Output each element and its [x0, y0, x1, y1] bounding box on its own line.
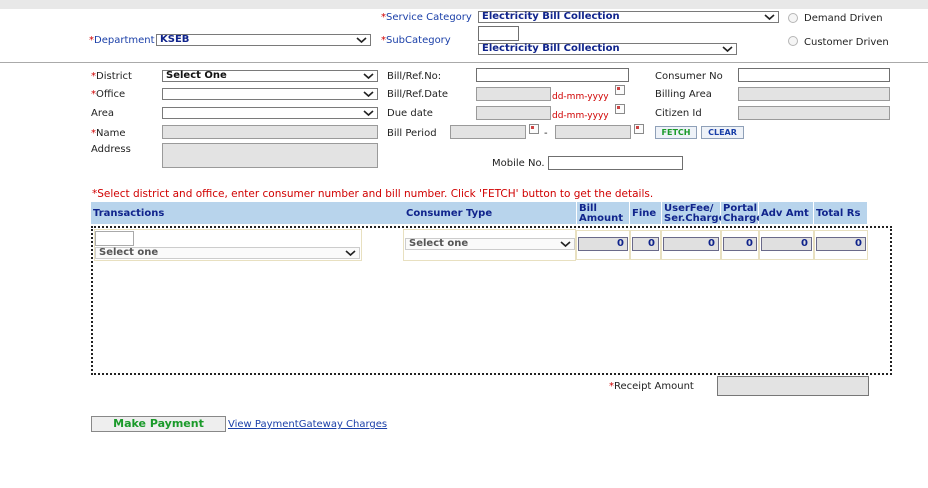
transaction-select-value: Select one	[99, 247, 159, 258]
chevron-down-icon	[363, 110, 374, 117]
bill-ref-no-input[interactable]	[476, 68, 629, 82]
service-category-label-wrap: *Service Category	[381, 12, 472, 23]
calendar-icon[interactable]	[529, 124, 539, 134]
date-format-hint: dd-mm-yyyy	[552, 92, 609, 102]
col-fine: Fine	[630, 202, 661, 224]
mobile-label: Mobile No.	[492, 158, 545, 169]
transaction-code-input[interactable]	[95, 231, 134, 246]
service-category-label: Service Category	[386, 12, 472, 23]
bill-period-to-input[interactable]	[555, 125, 631, 139]
department-label: Department	[94, 35, 155, 46]
receipt-amount-label-wrap: *Receipt Amount	[609, 381, 694, 392]
bill-ref-date-input[interactable]	[476, 87, 551, 101]
chevron-down-icon	[363, 91, 374, 98]
chevron-down-icon	[363, 73, 374, 80]
col-transactions-label: Transactions	[93, 208, 165, 219]
chevron-down-icon	[356, 37, 367, 44]
calendar-icon[interactable]	[615, 85, 625, 95]
customer-driven-label: Customer Driven	[804, 37, 889, 48]
billing-area-field[interactable]	[738, 87, 890, 101]
subcategory-label-wrap: *SubCategory	[381, 35, 451, 46]
mobile-input[interactable]	[548, 156, 683, 170]
col-userfee: UserFee/ Ser.Charge	[662, 202, 726, 224]
district-label-wrap: *District	[91, 71, 132, 82]
bill-period-label: Bill Period	[387, 128, 437, 139]
name-label-wrap: *Name	[91, 128, 126, 139]
address-field[interactable]	[162, 143, 378, 168]
adv-amt-field[interactable]: 0	[761, 237, 812, 251]
district-label: District	[96, 71, 132, 82]
instruction-text: *Select district and office, enter consu…	[92, 188, 654, 200]
col-transactions: Transactions	[91, 202, 404, 224]
calendar-icon[interactable]	[634, 124, 644, 134]
fetch-button[interactable]: FETCH	[655, 126, 697, 139]
name-field[interactable]	[162, 125, 378, 139]
col-fine-label: Fine	[632, 208, 657, 219]
subcategory-code-input[interactable]	[478, 26, 519, 41]
col-adv-amt: Adv Amt	[759, 202, 813, 224]
col-consumer-type: Consumer Type	[404, 202, 576, 224]
view-gateway-charges-link[interactable]: View PaymentGateway Charges	[228, 419, 387, 430]
userfee-field[interactable]: 0	[663, 237, 719, 251]
bill-ref-date-label: Bill/Ref.Date	[387, 89, 449, 100]
col-bill-amount: Bill Amount	[577, 202, 629, 224]
col-total-label: Total Rs	[816, 208, 861, 219]
chevron-down-icon	[722, 46, 733, 53]
area-select[interactable]	[162, 107, 378, 119]
citizen-id-label: Citizen Id	[655, 108, 702, 119]
consumer-type-select-value: Select one	[409, 238, 469, 249]
department-label-wrap: *Department	[89, 35, 155, 46]
receipt-amount-field[interactable]	[717, 376, 869, 396]
customer-driven-radio[interactable]	[788, 36, 798, 46]
chevron-down-icon	[345, 250, 356, 257]
col-portal-charge: Portal Charge	[721, 202, 764, 224]
transaction-select[interactable]: Select one	[95, 247, 360, 259]
address-label: Address	[91, 144, 131, 155]
subcategory-label: SubCategory	[386, 35, 451, 46]
district-select[interactable]: Select One	[162, 70, 378, 82]
divider	[0, 62, 928, 63]
col-adv-amt-label: Adv Amt	[761, 208, 809, 219]
consumer-no-label: Consumer No	[655, 71, 723, 82]
office-label-wrap: *Office	[91, 89, 126, 100]
date-format-hint: dd-mm-yyyy	[552, 111, 609, 121]
name-label: Name	[96, 128, 126, 139]
period-separator: -	[544, 128, 548, 139]
billing-area-label: Billing Area	[655, 89, 712, 100]
fine-field[interactable]: 0	[632, 237, 659, 251]
department-value: KSEB	[160, 34, 190, 45]
demand-driven-label: Demand Driven	[804, 13, 883, 24]
office-label: Office	[96, 89, 126, 100]
portal-charge-field[interactable]: 0	[723, 237, 757, 251]
demand-driven-radio[interactable]	[788, 13, 798, 23]
total-field[interactable]: 0	[816, 237, 866, 251]
subcategory-value: Electricity Bill Collection	[482, 43, 620, 54]
service-category-select[interactable]: Electricity Bill Collection	[478, 11, 779, 23]
clear-button[interactable]: CLEAR	[701, 126, 744, 139]
consumer-type-select[interactable]: Select one	[405, 238, 575, 250]
col-consumer-type-label: Consumer Type	[406, 208, 493, 219]
service-category-value: Electricity Bill Collection	[482, 11, 620, 22]
consumer-no-input[interactable]	[738, 68, 890, 82]
chevron-down-icon	[764, 14, 775, 21]
bill-amount-field[interactable]: 0	[578, 237, 628, 251]
district-value: Select One	[166, 70, 227, 81]
office-select[interactable]	[162, 88, 378, 100]
due-date-input[interactable]	[476, 106, 551, 120]
col-total: Total Rs	[814, 202, 867, 224]
chevron-down-icon	[560, 241, 571, 248]
bill-period-from-input[interactable]	[450, 125, 526, 139]
subcategory-select[interactable]: Electricity Bill Collection	[478, 43, 737, 55]
area-label: Area	[91, 108, 115, 119]
calendar-icon[interactable]	[615, 104, 625, 114]
top-bar	[0, 0, 928, 9]
make-payment-button[interactable]: Make Payment	[91, 416, 226, 432]
due-date-label: Due date	[387, 108, 433, 119]
bill-ref-no-label: Bill/Ref.No:	[387, 71, 442, 82]
citizen-id-field[interactable]	[738, 106, 890, 120]
department-select[interactable]: KSEB	[156, 34, 371, 46]
receipt-amount-label: Receipt Amount	[614, 381, 694, 392]
